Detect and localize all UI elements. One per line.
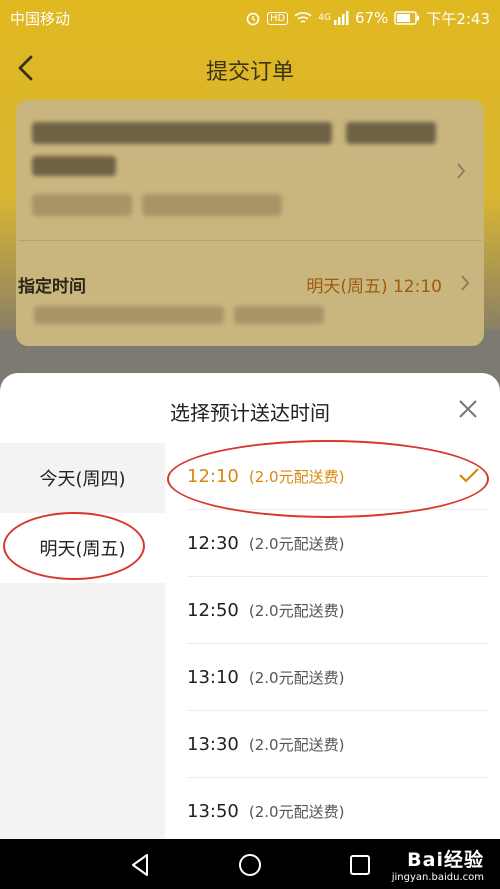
watermark-brand: Bai经验 (407, 849, 484, 871)
redacted-text (346, 122, 436, 144)
redacted-text (142, 194, 282, 216)
redacted-text (34, 306, 224, 324)
day-item-tomorrow[interactable]: 明天(周五) (0, 513, 165, 583)
network-label: 4G (318, 13, 331, 23)
home-circle-icon (239, 854, 261, 876)
signal-icon (333, 11, 349, 25)
triangle-back-icon (132, 854, 148, 876)
day-list: 今天(周四) 明天(周五) (0, 443, 165, 839)
slot-fee: (2.0元配送费) (248, 668, 345, 687)
slot-time: 12:10 (187, 465, 239, 487)
divider (18, 240, 482, 241)
slot-fee: (2.0元配送费) (248, 467, 345, 486)
watermark: Bai经验 jingyan.baidu.com (392, 845, 484, 883)
slot-time: 12:30 (187, 532, 239, 554)
wifi-icon (294, 11, 312, 25)
redacted-text (234, 306, 324, 324)
battery-percent: 67% (354, 9, 389, 27)
delivery-time-label: 指定时间 (18, 277, 86, 297)
nav-back-button[interactable] (126, 851, 154, 879)
slot-time: 12:50 (187, 599, 239, 621)
hd-badge: HD (267, 11, 289, 25)
redacted-text (32, 122, 332, 144)
time-slot[interactable]: 12:30 (2.0元配送费) (187, 510, 488, 577)
clock: 下午2:43 (426, 9, 490, 28)
slot-time: 13:30 (187, 733, 239, 755)
alarm-icon (245, 10, 261, 26)
recents-square-icon (350, 855, 370, 875)
delivery-time-value[interactable]: 明天(周五) 12:10 (306, 272, 442, 297)
system-nav-bar: Bai经验 jingyan.baidu.com (0, 839, 500, 889)
delivery-time-sheet: 选择预计送达时间 今天(周四) 明天(周五) 12:10 (2.0元配送费) 1… (0, 373, 500, 839)
nav-home-button[interactable] (236, 851, 264, 879)
time-slot[interactable]: 12:50 (2.0元配送费) (187, 577, 488, 644)
time-slot[interactable]: 13:10 (2.0元配送费) (187, 644, 488, 711)
slot-fee: (2.0元配送费) (248, 534, 345, 553)
carrier-name: 中国移动 (10, 9, 71, 28)
slot-time: 13:10 (187, 666, 239, 688)
time-slot[interactable]: 13:50 (2.0元配送费) (187, 778, 488, 839)
slot-time: 13:50 (187, 800, 239, 822)
time-slot[interactable]: 13:30 (2.0元配送费) (187, 711, 488, 778)
slot-fee: (2.0元配送费) (248, 802, 345, 821)
slot-fee: (2.0元配送费) (248, 601, 345, 620)
checkmark-icon (459, 468, 479, 483)
nav-recents-button[interactable] (346, 851, 374, 879)
close-button[interactable] (454, 395, 482, 423)
redacted-text (32, 156, 116, 176)
chevron-right-icon[interactable] (460, 274, 470, 296)
slot-fee: (2.0元配送费) (248, 735, 345, 754)
time-slot[interactable]: 12:10 (2.0元配送费) (187, 443, 488, 510)
redacted-text (32, 194, 132, 216)
battery-icon (394, 11, 420, 25)
day-item-today[interactable]: 今天(周四) (0, 443, 165, 513)
nav-bar: 提交订单 (0, 38, 500, 98)
status-bar: 中国移动 HD 4G 67% 下午2:43 (0, 0, 500, 36)
watermark-url: jingyan.baidu.com (391, 872, 484, 883)
sheet-title: 选择预计送达时间 (170, 401, 330, 425)
close-icon (459, 400, 477, 418)
page-title: 提交订单 (205, 60, 294, 85)
time-slot-list: 12:10 (2.0元配送费) 12:30 (2.0元配送费) 12:50 (2… (165, 443, 500, 839)
chevron-right-icon[interactable] (456, 162, 466, 184)
